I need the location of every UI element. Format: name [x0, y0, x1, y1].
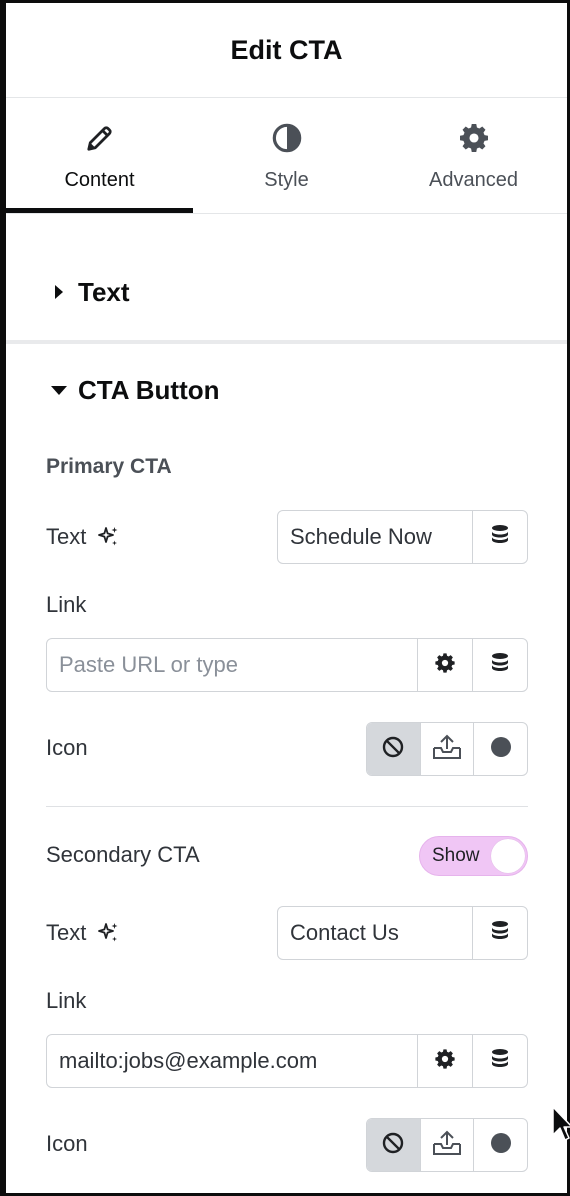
section-divider	[6, 340, 567, 344]
tab-advanced-label: Advanced	[429, 169, 518, 191]
primary-link-label-text: Link	[46, 592, 87, 617]
tab-style[interactable]: Style	[193, 97, 380, 213]
primary-text-label: Text	[46, 524, 87, 549]
toggle-knob	[491, 839, 525, 873]
icon-option-upload[interactable]	[419, 723, 474, 775]
link-options-button[interactable]	[417, 639, 472, 691]
tab-bar: Content Style Advanced	[6, 97, 567, 214]
gear-icon	[434, 1048, 456, 1075]
circle-icon	[489, 1131, 513, 1160]
secondary-cta-label-text: Secondary CTA	[46, 842, 200, 867]
caret-right-icon	[48, 281, 70, 303]
secondary-icon-chooser	[366, 1118, 528, 1172]
panel-title: Edit CTA	[230, 34, 343, 65]
section-text-title: Text	[78, 276, 130, 307]
secondary-icon-label: Icon	[46, 1131, 88, 1157]
caret-down-icon	[48, 379, 70, 401]
section-text-header[interactable]: Text	[6, 268, 567, 316]
primary-icon-label-text: Icon	[46, 735, 88, 760]
tab-content[interactable]: Content	[6, 97, 193, 213]
gear-icon	[457, 121, 491, 155]
database-icon	[490, 1048, 510, 1075]
secondary-icon-label-text: Icon	[46, 1131, 88, 1156]
primary-link-field[interactable]	[46, 638, 528, 692]
gear-icon	[434, 652, 456, 679]
secondary-link-field[interactable]	[46, 1034, 528, 1088]
mouse-cursor-icon	[552, 1106, 570, 1142]
ban-icon	[381, 1131, 405, 1160]
ai-sparkle-icon[interactable]	[96, 921, 120, 945]
primary-link-input[interactable]	[47, 639, 417, 691]
contrast-icon	[270, 121, 304, 155]
dynamic-tags-button[interactable]	[472, 1035, 527, 1087]
secondary-text-field[interactable]: Contact Us	[277, 906, 528, 960]
section-cta-button-title: CTA Button	[78, 374, 220, 405]
secondary-text-value[interactable]: Contact Us	[278, 907, 472, 959]
secondary-text-label-row: Text	[46, 918, 120, 948]
upload-icon	[432, 1130, 462, 1161]
primary-text-label-row: Text	[46, 522, 120, 552]
section-cta-button-header[interactable]: CTA Button	[6, 366, 567, 414]
icon-option-none[interactable]	[367, 723, 420, 775]
dynamic-tags-button[interactable]	[472, 511, 527, 563]
toggle-label: Show	[432, 845, 480, 866]
database-icon	[490, 524, 510, 551]
tab-content-label: Content	[64, 169, 135, 191]
secondary-cta-toggle[interactable]: Show	[419, 836, 528, 876]
secondary-link-input[interactable]	[47, 1035, 417, 1087]
primary-link-label: Link	[46, 592, 86, 618]
divider	[46, 806, 528, 807]
secondary-text-label: Text	[46, 920, 87, 945]
circle-icon	[489, 735, 513, 764]
dynamic-tags-button[interactable]	[472, 907, 527, 959]
primary-text-value[interactable]: Schedule Now	[278, 511, 472, 563]
icon-option-upload[interactable]	[419, 1119, 474, 1171]
panel-header: Edit CTA	[6, 3, 567, 98]
pencil-icon	[83, 121, 117, 155]
primary-cta-heading: Primary CTA	[46, 455, 172, 478]
secondary-cta-label: Secondary CTA	[46, 842, 200, 868]
link-options-button[interactable]	[417, 1035, 472, 1087]
secondary-link-label: Link	[46, 988, 86, 1014]
database-icon	[490, 652, 510, 679]
upload-icon	[432, 734, 462, 765]
database-icon	[490, 920, 510, 947]
ai-sparkle-icon[interactable]	[96, 525, 120, 549]
tab-advanced[interactable]: Advanced	[380, 97, 567, 213]
tab-style-label: Style	[264, 169, 309, 191]
icon-option-library[interactable]	[473, 1119, 527, 1171]
primary-icon-chooser	[366, 722, 528, 776]
ban-icon	[381, 735, 405, 764]
icon-option-none[interactable]	[367, 1119, 420, 1171]
dynamic-tags-button[interactable]	[472, 639, 527, 691]
icon-option-library[interactable]	[473, 723, 527, 775]
secondary-link-label-text: Link	[46, 988, 87, 1013]
primary-icon-label: Icon	[46, 735, 88, 761]
primary-text-field[interactable]: Schedule Now	[277, 510, 528, 564]
